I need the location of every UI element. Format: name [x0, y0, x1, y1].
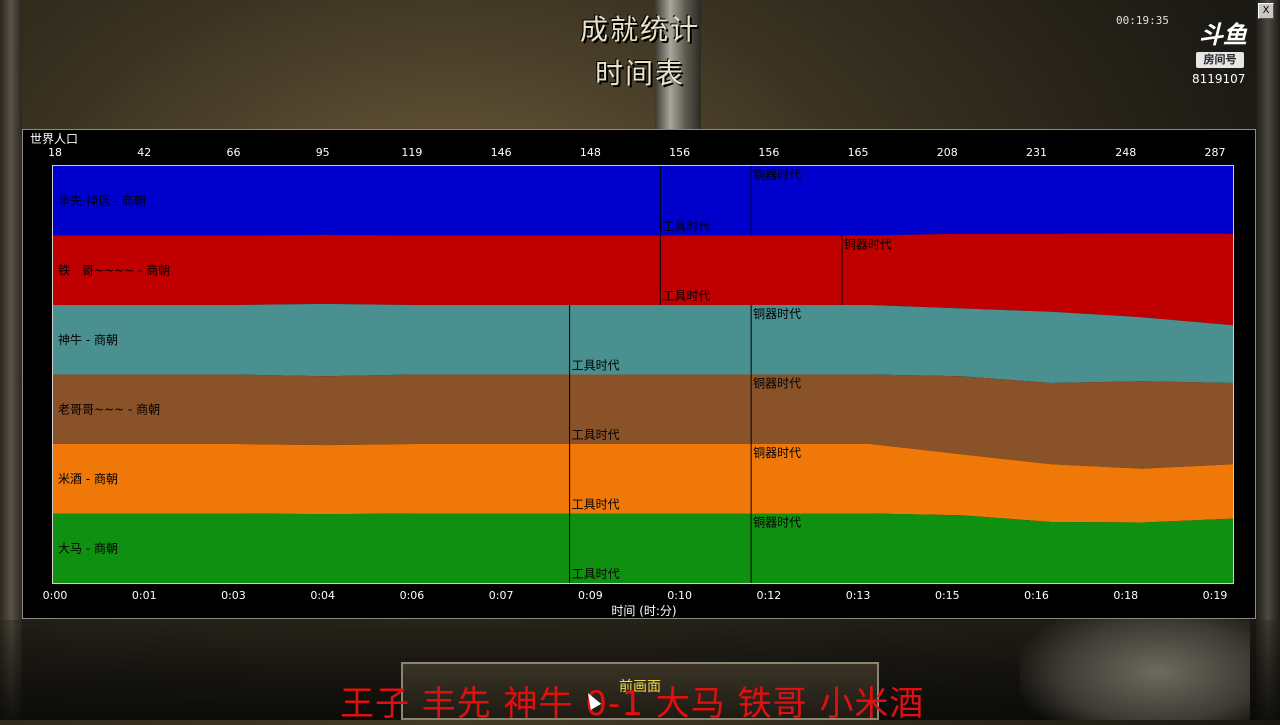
time-tick: 0:04	[310, 589, 336, 602]
room-label: 房间号	[1196, 52, 1244, 68]
population-band	[53, 513, 1233, 583]
population-tick: 156	[669, 146, 691, 159]
population-tick: 231	[1026, 146, 1048, 159]
screen-subtitle: 时间表	[594, 57, 685, 90]
time-tick: 0:03	[221, 589, 246, 602]
screen-title: 成就统计	[579, 13, 700, 46]
population-tick: 248	[1115, 146, 1137, 159]
time-tick: 0:13	[845, 589, 871, 602]
player-label: 丰先·神话 - 商朝	[58, 193, 146, 208]
age-marker-label: 铜器时代	[753, 515, 801, 530]
population-tick: 18	[48, 146, 62, 159]
time-tick: 0:09	[578, 589, 603, 602]
time-tick: 0:06	[399, 589, 425, 602]
age-marker-label: 工具时代	[572, 428, 620, 442]
logo-text: 斗鱼	[1199, 21, 1247, 49]
age-marker-label: 工具时代	[572, 359, 620, 373]
player-label: 老哥哥~~~ - 商朝	[58, 401, 160, 416]
timeline-chart: 丰先·神话 - 商朝铁 哥~~~~ - 商朝 神牛 - 商朝老哥哥~~~ - 商朝…	[52, 165, 1234, 584]
population-tick: 119	[401, 146, 423, 159]
population-tick: 66	[226, 146, 241, 159]
population-axis-label: 世界人口	[30, 132, 79, 146]
population-tick: 287	[1204, 146, 1226, 159]
time-tick: 0:19	[1202, 589, 1228, 602]
age-marker-label: 铜器时代	[753, 445, 801, 460]
age-marker-label: 铜器时代	[753, 306, 801, 321]
population-band	[53, 303, 1233, 383]
player-label: 神牛 - 商朝	[58, 332, 118, 347]
population-tick: 208	[936, 146, 958, 159]
population-tick: 42	[137, 146, 152, 159]
room-number: 8119107	[1192, 72, 1246, 86]
age-marker-label: 工具时代	[662, 220, 710, 234]
age-marker-label: 工具时代	[572, 498, 620, 512]
population-tick: 156	[758, 146, 780, 159]
population-tick: 146	[490, 146, 512, 159]
population-tick: 165	[847, 146, 869, 159]
age-marker-label: 铜器时代	[753, 376, 801, 391]
time-tick: 0:12	[756, 589, 782, 602]
population-tick: 148	[579, 146, 601, 159]
player-label: 铁 哥~~~~ - 商朝	[58, 262, 170, 277]
population-ticks: 18 42 66 95 119 146 148 156 156 165 208 231 248 287	[0, 146, 1280, 162]
time-tick: 0:01	[131, 589, 157, 602]
time-tick: 0:16	[1024, 589, 1049, 602]
clock-readout: 00:19:35	[1116, 14, 1169, 27]
timeline-chart-svg: 丰先·神话 - 商朝铁 哥~~~~ - 商朝神牛 - 商朝老哥哥~~~ - 商朝…	[53, 166, 1233, 583]
player-label: 大马 - 商朝	[58, 540, 118, 555]
time-tick: 0:10	[667, 589, 692, 602]
age-marker-label: 工具时代	[572, 567, 620, 581]
population-band	[53, 166, 1233, 236]
age-marker-label: 铜器时代	[753, 167, 801, 182]
time-tick: 0:15	[934, 589, 960, 602]
time-axis-label: 时间 (时:分)	[611, 604, 677, 618]
close-button[interactable]: X	[1258, 3, 1274, 19]
time-tick: 0:18	[1113, 589, 1139, 602]
time-tick: 0:00	[42, 589, 68, 602]
population-tick: 95	[315, 146, 330, 159]
age-marker-label: 工具时代	[662, 289, 710, 303]
time-tick: 0:07	[488, 589, 514, 602]
age-marker-label: 铜器时代	[844, 237, 892, 252]
douyu-logo: 斗鱼 房间号	[1188, 22, 1258, 74]
stream-caption: 王子 丰先 神牛 0-1 大马 铁哥 小米酒	[340, 684, 925, 724]
player-label: 米酒 - 商朝	[58, 471, 118, 486]
